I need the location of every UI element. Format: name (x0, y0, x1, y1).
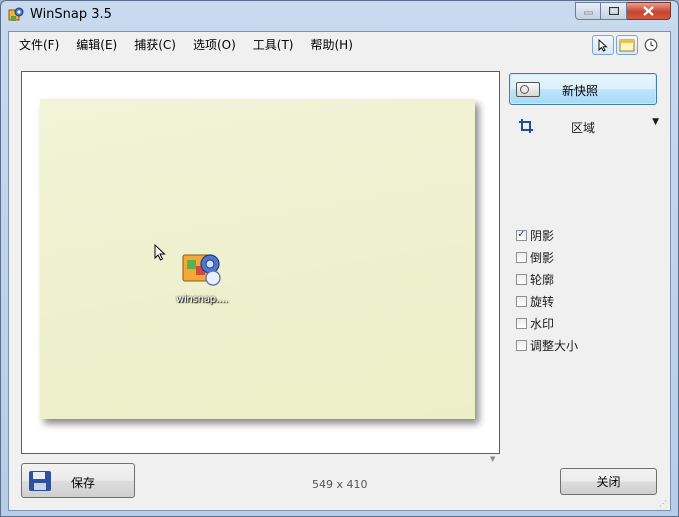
new-snapshot-button[interactable]: 新快照 (509, 73, 657, 105)
checkbox-resize[interactable] (516, 339, 527, 351)
option-label: 水印 (530, 316, 555, 331)
option-resize[interactable]: 调整大小 (516, 334, 578, 356)
minimize-icon (583, 11, 593, 15)
window-title: WinSnap 3.5 (30, 7, 112, 22)
capture-region-dropdown[interactable]: 区域 ▼ (515, 117, 663, 137)
pointer-icon (598, 38, 608, 52)
maximize-icon (608, 7, 619, 15)
save-label: 保存 (71, 476, 96, 490)
timer-mode-button[interactable] (640, 35, 662, 55)
option-label: 调整大小 (530, 338, 579, 353)
menu-help[interactable]: 帮助(H) (302, 32, 361, 58)
menu-file[interactable]: 文件(F) (9, 32, 67, 58)
title-bar[interactable]: WinSnap 3.5 (1, 1, 678, 31)
capture-mode-toolbar (592, 35, 662, 55)
menu-bar: 文件(F) 编辑(E) 捕获(C) 选项(O) 工具(T) 帮助(H) (9, 32, 670, 58)
close-button[interactable]: 关闭 (560, 468, 657, 495)
option-label: 倒影 (530, 250, 555, 265)
effects-options: ✓ 阴影 倒影 轮廓 旋转 水印 调整大小 (516, 224, 578, 356)
size-grip[interactable]: ⋰ (659, 499, 667, 508)
minimize-button[interactable] (575, 2, 601, 20)
preview-resize-handle[interactable]: ▼ (490, 455, 495, 463)
option-shadow[interactable]: ✓ 阴影 (516, 224, 578, 246)
option-watermark[interactable]: 水印 (516, 312, 578, 334)
close-window-button[interactable] (627, 2, 671, 20)
checkbox-watermark[interactable] (516, 317, 527, 329)
crop-icon (519, 119, 533, 133)
save-button[interactable]: 保存 (21, 463, 135, 498)
menu-options[interactable]: 选项(O) (184, 32, 244, 58)
window-capture-icon (619, 39, 635, 52)
option-label: 旋转 (530, 294, 555, 309)
mouse-cursor-icon (154, 244, 166, 261)
region-label: 区域 (571, 121, 596, 135)
winsnap-app-icon (8, 7, 24, 21)
captured-image: winsnap.... (40, 99, 475, 419)
clock-icon (644, 38, 658, 52)
pointer-mode-button[interactable] (592, 35, 614, 55)
main-client-area: 文件(F) 编辑(E) 捕获(C) 选项(O) 工具(T) 帮助(H) wins… (8, 31, 671, 511)
camera-icon (516, 82, 540, 97)
menu-edit[interactable]: 编辑(E) (67, 32, 125, 58)
checkbox-reflection[interactable] (516, 251, 527, 263)
option-reflection[interactable]: 倒影 (516, 246, 578, 268)
checkbox-outline[interactable] (516, 273, 527, 285)
option-outline[interactable]: 轮廓 (516, 268, 578, 290)
close-icon (643, 6, 654, 16)
option-rotate[interactable]: 旋转 (516, 290, 578, 312)
option-label: 阴影 (530, 228, 555, 243)
option-label: 轮廓 (530, 272, 555, 287)
app-window: WinSnap 3.5 文件(F) 编辑(E) 捕获(C) 选项(O) 工具(T… (0, 0, 679, 517)
close-label: 关闭 (596, 475, 621, 489)
window-controls (575, 2, 671, 21)
menu-tools[interactable]: 工具(T) (244, 32, 302, 58)
menu-capture[interactable]: 捕获(C) (125, 32, 184, 58)
checkbox-shadow[interactable]: ✓ (516, 229, 527, 241)
image-dimensions: 549 x 410 (312, 478, 368, 491)
checkbox-rotate[interactable] (516, 295, 527, 307)
winsnap-desktop-icon (182, 254, 221, 286)
preview-area[interactable]: winsnap.... (21, 71, 500, 454)
floppy-disk-icon (29, 471, 51, 491)
new-snapshot-label: 新快照 (562, 84, 599, 98)
window-mode-button[interactable] (616, 35, 638, 55)
maximize-button[interactable] (601, 2, 627, 20)
desktop-icon-label: winsnap.... (176, 294, 228, 305)
chevron-down-icon: ▼ (652, 117, 659, 127)
